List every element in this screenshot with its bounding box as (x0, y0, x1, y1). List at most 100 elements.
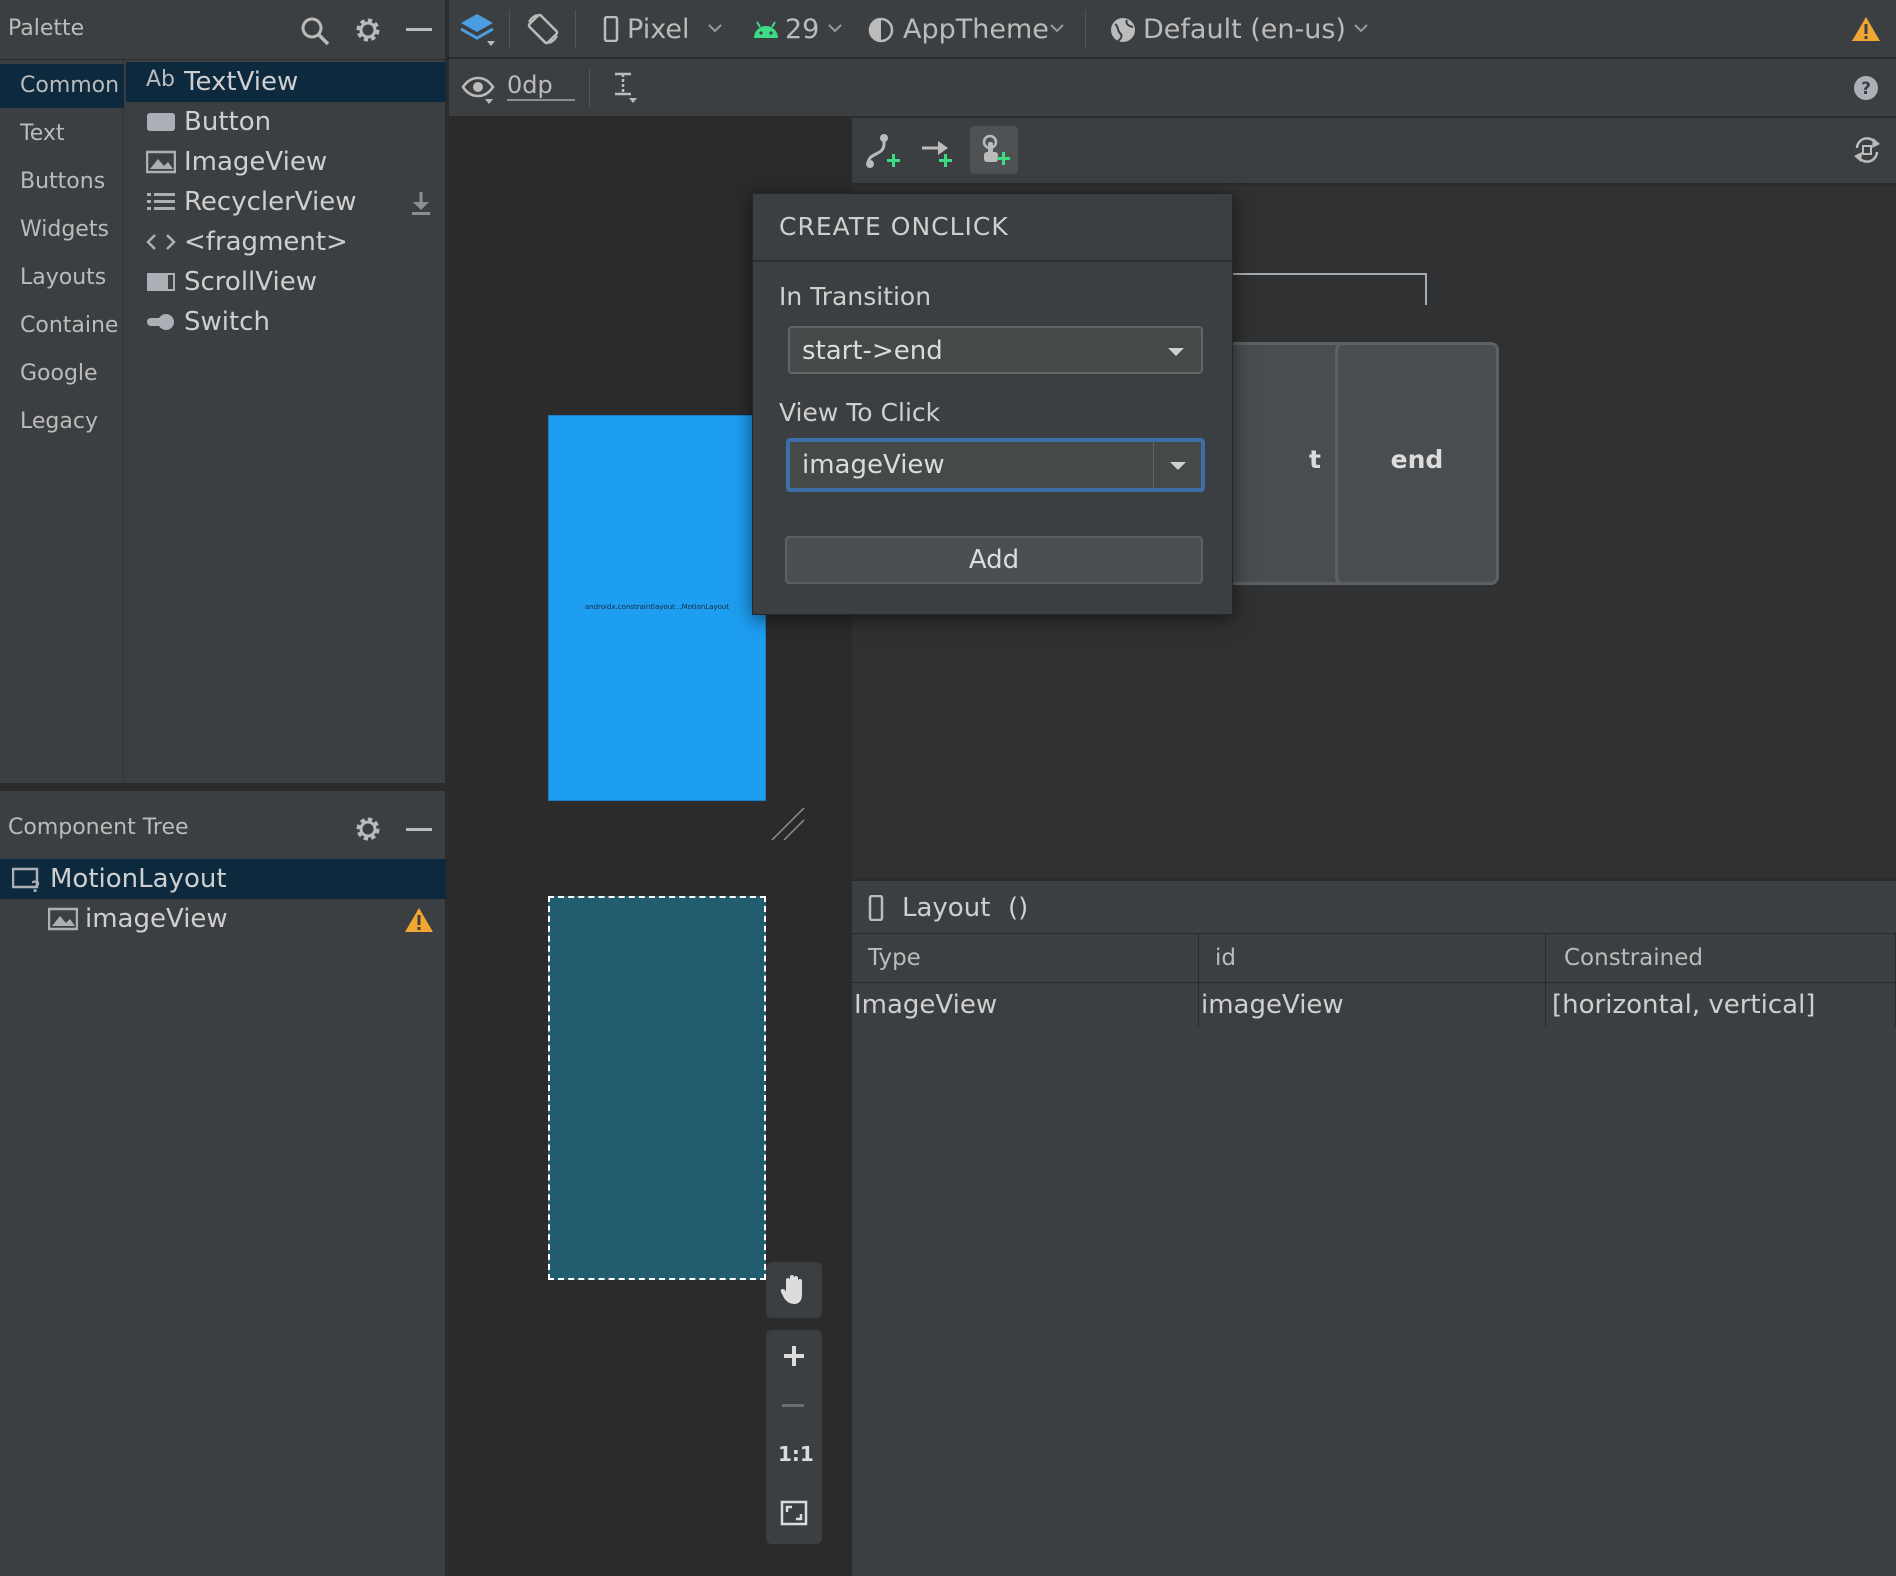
palette-panel: Palette Common Text Buttons Widgets Layo… (0, 0, 447, 783)
gear-icon[interactable] (354, 815, 382, 843)
transition-dropdown[interactable]: start->end (788, 326, 1203, 374)
create-transition-icon[interactable] (864, 132, 904, 170)
tree-item-motionlayout[interactable]: ? MotionLayout (0, 859, 446, 899)
download-icon[interactable] (410, 190, 432, 216)
component-tree-panel: Component Tree ? MotionLayout imageView (0, 790, 447, 1576)
layout-panel-title: Layout (902, 893, 991, 923)
switch-icon (146, 310, 176, 334)
component-button[interactable]: Button (126, 102, 446, 142)
column-header-type[interactable]: Type (852, 933, 1199, 983)
component-imageview[interactable]: ImageView (126, 142, 446, 182)
palette-title: Palette (8, 16, 85, 41)
create-constraintset-icon[interactable] (920, 136, 956, 170)
android-icon (751, 18, 781, 42)
align-icon[interactable] (609, 71, 639, 105)
button-icon (146, 110, 176, 134)
popup-title: CREATE ONCLICK (779, 212, 1009, 241)
layout-panel-title-suffix: () (1008, 893, 1029, 923)
code-icon (146, 230, 176, 254)
layout-panel: Layout () Type id Constrained ImageView … (852, 880, 1896, 1576)
eye-icon[interactable] (461, 75, 497, 105)
component-tree-title: Component Tree (8, 815, 189, 840)
svg-text:?: ? (31, 877, 40, 893)
warning-icon[interactable] (1851, 16, 1881, 42)
tree-item-imageview[interactable]: imageView (0, 899, 446, 939)
svg-text:?: ? (1861, 79, 1871, 99)
category-containers[interactable]: Containe (0, 304, 124, 348)
device-selector[interactable]: Pixel (627, 14, 689, 45)
view-to-click-dropdown[interactable]: imageView (786, 438, 1205, 492)
theme-selector[interactable]: AppTheme (903, 14, 1049, 45)
design-toolbar: Pixel 29 AppTheme Default (en-us) (449, 0, 1896, 58)
chevron-down-icon (1353, 22, 1369, 34)
chevron-down-icon (707, 22, 723, 34)
orientation-icon[interactable] (525, 12, 561, 48)
design-toolbar-secondary: 0dp ? (449, 59, 1896, 117)
search-icon[interactable] (300, 16, 330, 46)
design-preview[interactable]: androidx.constraintlayout...MotionLayout (548, 415, 766, 801)
create-onclick-button[interactable] (970, 126, 1018, 174)
minimize-icon[interactable] (406, 828, 432, 831)
component-switch[interactable]: Switch (126, 302, 446, 342)
touch-icon (980, 134, 1010, 166)
dropdown-arrow-icon (1166, 346, 1186, 358)
transition-label: In Transition (779, 282, 932, 311)
table-cell-constrained[interactable]: [horizontal, vertical] (1546, 983, 1896, 1027)
gear-icon[interactable] (354, 16, 382, 44)
motionlayout-icon: ? (12, 867, 44, 893)
hand-icon (780, 1274, 808, 1306)
help-icon[interactable]: ? (1853, 75, 1879, 101)
chevron-down-icon (827, 22, 843, 34)
motion-editor-toolbar (852, 118, 1896, 184)
category-text[interactable]: Text (0, 112, 124, 156)
locale-selector[interactable]: Default (en-us) (1143, 14, 1346, 45)
minimize-icon[interactable] (406, 28, 432, 31)
zoom-controls: 1:1 (766, 1330, 822, 1544)
component-fragment[interactable]: <fragment> (126, 222, 446, 262)
palette-header: Palette (0, 0, 447, 60)
phone-icon (868, 895, 884, 921)
zoom-in-icon[interactable] (782, 1344, 806, 1368)
image-icon (48, 907, 78, 931)
category-google[interactable]: Google (0, 352, 124, 396)
component-tree-header: Component Tree (0, 791, 447, 851)
column-header-id[interactable]: id (1199, 933, 1546, 983)
fit-screen-icon[interactable] (780, 1500, 808, 1526)
pan-tool[interactable] (766, 1262, 822, 1318)
popup-divider (753, 260, 1234, 262)
column-header-constrained[interactable]: Constrained (1546, 933, 1896, 983)
zoom-reset-button[interactable]: 1:1 (778, 1442, 814, 1466)
view-to-click-label: View To Click (779, 398, 941, 427)
table-cell-id[interactable]: imageView (1199, 983, 1546, 1027)
image-icon (146, 150, 176, 174)
blueprint-preview[interactable] (548, 896, 766, 1280)
state-end[interactable]: end (1335, 342, 1499, 585)
chevron-down-icon (1049, 22, 1065, 34)
globe-icon (1109, 16, 1137, 44)
phone-icon (603, 16, 619, 42)
scrollview-icon (146, 270, 176, 294)
category-common[interactable]: Common (0, 64, 124, 108)
textview-icon: Ab (146, 67, 176, 92)
add-button[interactable]: Add (785, 536, 1203, 584)
component-scrollview[interactable]: ScrollView (126, 262, 446, 302)
default-margin-selector[interactable]: 0dp (507, 71, 553, 99)
category-widgets[interactable]: Widgets (0, 208, 124, 252)
component-recyclerview[interactable]: RecyclerView (126, 182, 446, 222)
warning-icon[interactable] (404, 907, 434, 933)
theme-icon (867, 16, 895, 44)
margin-underline (507, 99, 575, 101)
category-layouts[interactable]: Layouts (0, 256, 124, 300)
cycle-icon[interactable] (1852, 134, 1882, 166)
dropdown-arrow-icon (1168, 460, 1188, 472)
api-level-selector[interactable]: 29 (785, 14, 819, 45)
layers-icon[interactable] (459, 12, 499, 48)
resize-handle-icon[interactable] (770, 806, 806, 842)
category-buttons[interactable]: Buttons (0, 160, 124, 204)
zoom-out-icon[interactable] (782, 1404, 804, 1407)
palette-categories: Common Text Buttons Widgets Layouts Cont… (0, 60, 124, 783)
category-legacy[interactable]: Legacy (0, 400, 124, 444)
component-textview[interactable]: Ab TextView (126, 62, 446, 102)
list-icon (146, 190, 176, 214)
table-cell-type[interactable]: ImageView (852, 983, 1199, 1027)
